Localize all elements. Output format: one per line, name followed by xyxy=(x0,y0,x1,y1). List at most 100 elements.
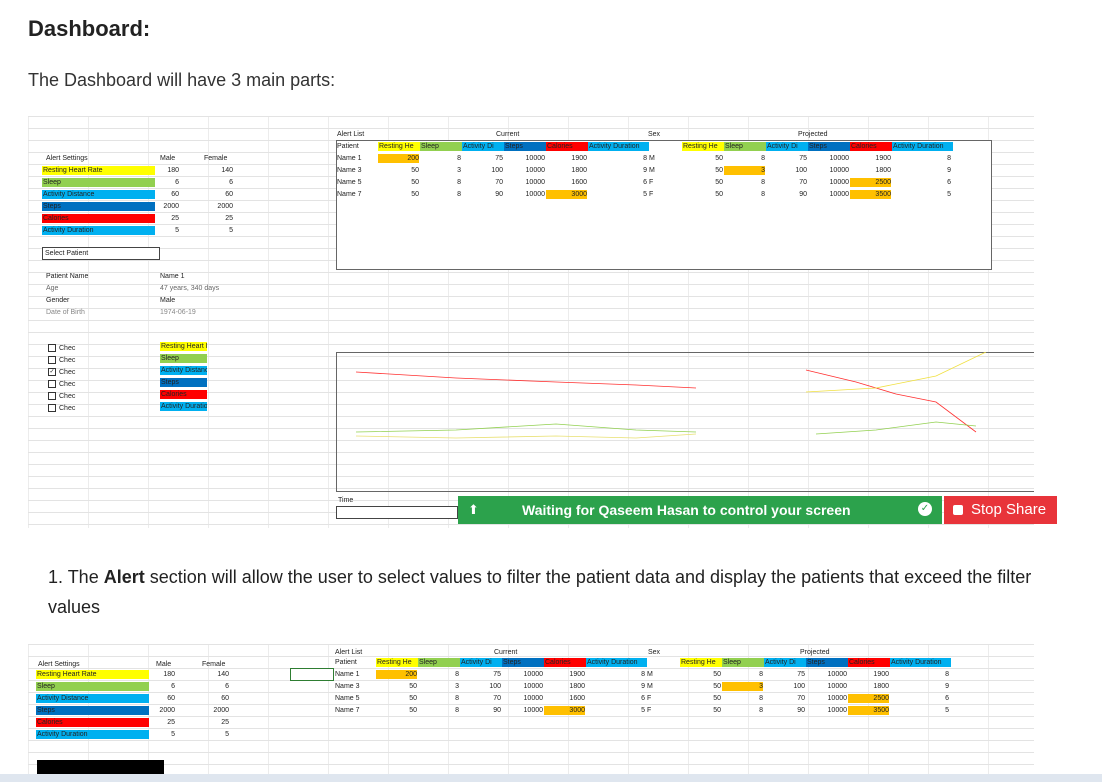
legend-entry: Calories xyxy=(160,390,207,399)
current-column-header: Sleep xyxy=(420,142,463,151)
time-input[interactable] xyxy=(336,506,458,519)
alert-list-title: Alert List xyxy=(337,131,365,138)
setting-female-value: 140 xyxy=(221,167,233,174)
checkbox-empty-icon[interactable] xyxy=(48,380,56,389)
current-column-header: Resting He xyxy=(378,142,421,151)
setting-female-value: 60 xyxy=(221,695,229,702)
patient-name-cell: Name 7 xyxy=(337,191,362,198)
checkbox-empty-icon[interactable] xyxy=(48,392,56,401)
projected-value-cell: 2500 xyxy=(850,178,891,187)
patient-name-label: Patient Name xyxy=(46,273,89,280)
select-patient-dropdown[interactable]: Select Patient xyxy=(42,247,160,260)
setting-label: Sleep xyxy=(42,178,155,187)
sex-cell: M xyxy=(649,155,655,162)
setting-female-value: 60 xyxy=(225,191,233,198)
metric-checkbox[interactable]: Chec xyxy=(48,392,75,401)
metric-checkbox[interactable]: Chec xyxy=(48,404,75,413)
stop-square-icon xyxy=(953,505,963,515)
projected-value-cell: 50 xyxy=(713,707,721,714)
alert-settings-title-2: Alert Settings xyxy=(38,661,80,668)
setting-male-value: 5 xyxy=(171,731,175,738)
checkbox-empty-icon[interactable] xyxy=(48,344,56,353)
current-value-cell: 75 xyxy=(493,671,501,678)
setting-female-value: 6 xyxy=(229,179,233,186)
sex-cell: M xyxy=(647,683,653,690)
calories-trend-line xyxy=(355,371,697,389)
checkbox-checked-icon[interactable]: ✓ xyxy=(48,368,56,377)
projected-value-cell: 90 xyxy=(799,191,807,198)
current-value-cell: 8 xyxy=(457,179,461,186)
setting-male-value: 6 xyxy=(175,179,179,186)
male-header-2: Male xyxy=(156,661,172,668)
current-value-cell: 1600 xyxy=(569,695,585,702)
setting-female-value: 25 xyxy=(225,215,233,222)
projected-value-cell: 3500 xyxy=(848,706,889,715)
legend-entry: Steps xyxy=(160,378,207,387)
setting-label: Resting Heart Rate xyxy=(42,166,155,175)
dob-value: 1974-06-19 xyxy=(160,309,196,316)
dashboard-spreadsheet-image: Alert Settings Male Female Resting Heart… xyxy=(28,116,1034,528)
current-value-cell: 100 xyxy=(491,167,503,174)
current-header-2: Current xyxy=(494,649,518,656)
sex-cell: M xyxy=(647,671,653,678)
setting-male-value: 2000 xyxy=(163,203,179,210)
alert-settings-title: Alert Settings xyxy=(46,155,88,162)
projected-value-cell: 50 xyxy=(713,671,721,678)
current-value-cell: 90 xyxy=(495,191,503,198)
control-arrow-icon[interactable]: ⬆ xyxy=(468,502,479,518)
projected-value-cell: 10000 xyxy=(827,683,847,690)
setting-label: Activity Duration xyxy=(36,730,149,739)
current-column-header: Calories xyxy=(546,142,589,151)
alert-spreadsheet-image: Alert Settings Male Female Resting Heart… xyxy=(28,644,1034,778)
projected-column-header: Activity Di xyxy=(764,658,807,667)
projected-value-cell: 10000 xyxy=(827,707,847,714)
projected-value-cell: 50 xyxy=(715,191,723,198)
projected-value-cell: 1800 xyxy=(875,167,891,174)
current-value-cell: 1600 xyxy=(571,179,587,186)
projected-column-header: Activity Duration xyxy=(892,142,953,151)
patient-col-header: Patient xyxy=(337,143,359,150)
checkbox-label: Chec xyxy=(59,405,76,412)
checkbox-empty-icon[interactable] xyxy=(48,404,56,413)
setting-female-value: 25 xyxy=(221,719,229,726)
metric-checkbox[interactable]: Chec xyxy=(48,344,75,353)
current-value-cell: 50 xyxy=(411,167,419,174)
shield-check-icon: ✓ xyxy=(918,502,932,516)
current-value-cell: 5 xyxy=(643,191,647,198)
setting-label: Activity Distance xyxy=(36,694,149,703)
setting-male-value: 25 xyxy=(167,719,175,726)
current-value-cell: 8 xyxy=(455,695,459,702)
sex-cell: M xyxy=(649,167,655,174)
projected-value-cell: 8 xyxy=(947,155,951,162)
patient-name-cell: Name 5 xyxy=(335,695,360,702)
current-value-cell: 1900 xyxy=(569,671,585,678)
setting-male-value: 60 xyxy=(167,695,175,702)
projected-value-cell: 2500 xyxy=(848,694,889,703)
current-value-cell: 50 xyxy=(409,707,417,714)
projected-value-cell: 6 xyxy=(947,179,951,186)
projected-value-cell: 75 xyxy=(799,155,807,162)
metric-checkbox[interactable]: Chec xyxy=(48,356,75,365)
projected-header: Projected xyxy=(798,131,828,138)
checkbox-label: Chec xyxy=(59,369,76,376)
metric-checkbox[interactable]: ✓ Chec xyxy=(48,368,75,377)
trend-chart xyxy=(355,352,987,439)
metric-checkbox[interactable]: Chec xyxy=(48,380,75,389)
projected-value-cell: 10000 xyxy=(829,191,849,198)
checkbox-label: Chec xyxy=(59,381,76,388)
checkbox-empty-icon[interactable] xyxy=(48,356,56,365)
setting-label: Steps xyxy=(36,706,149,715)
current-value-cell: 100 xyxy=(489,683,501,690)
projected-value-cell: 70 xyxy=(799,179,807,186)
setting-female-value: 2000 xyxy=(213,707,229,714)
sex-cell: F xyxy=(647,695,652,702)
projected-value-cell: 1900 xyxy=(875,155,891,162)
stop-share-button[interactable]: Stop Share xyxy=(944,496,1057,524)
current-value-cell: 8 xyxy=(457,155,461,162)
selected-cell[interactable] xyxy=(290,668,334,681)
current-value-cell: 90 xyxy=(493,707,501,714)
current-value-cell: 1900 xyxy=(571,155,587,162)
projected-value-cell: 10000 xyxy=(829,167,849,174)
projected-value-cell: 1900 xyxy=(873,671,889,678)
current-value-cell: 70 xyxy=(493,695,501,702)
